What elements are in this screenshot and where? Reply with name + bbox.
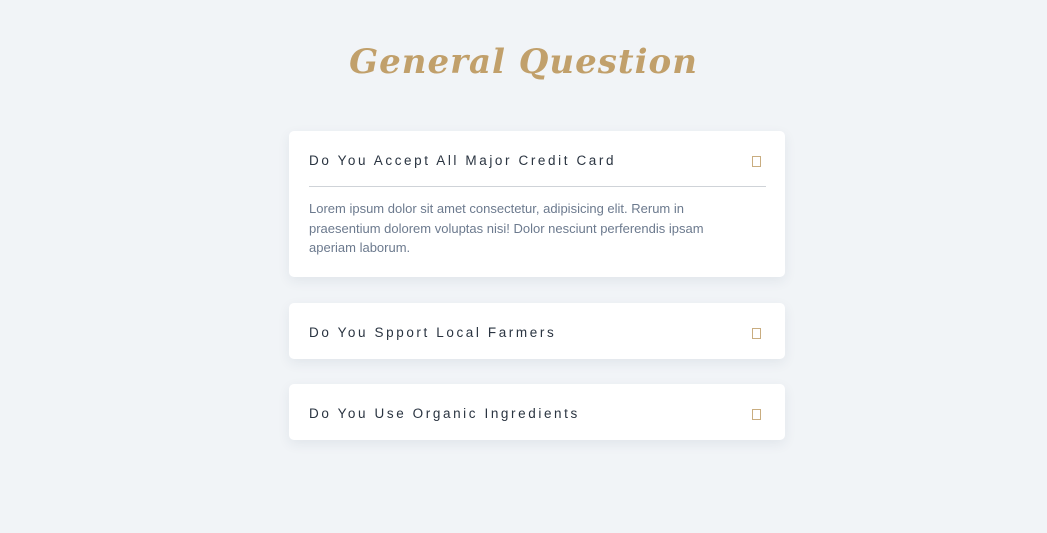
section-title: General Question	[349, 42, 698, 82]
toggle-icon[interactable]	[752, 409, 761, 420]
toggle-icon[interactable]	[752, 156, 761, 167]
faq-divider	[309, 186, 766, 187]
faq-item-local-farmers: Do You Spport Local Farmers	[289, 303, 785, 359]
faq-item-credit-card: Do You Accept All Major Credit Card Lore…	[289, 131, 785, 277]
faq-item-organic-ingredients: Do You Use Organic Ingredients	[289, 384, 785, 440]
toggle-icon[interactable]	[752, 328, 761, 339]
faq-question[interactable]: Do You Accept All Major Credit Card	[309, 131, 729, 187]
faq-question[interactable]: Do You Use Organic Ingredients	[309, 384, 729, 440]
faq-answer: Lorem ipsum dolor sit amet consectetur, …	[309, 201, 704, 255]
faq-question[interactable]: Do You Spport Local Farmers	[309, 303, 729, 359]
